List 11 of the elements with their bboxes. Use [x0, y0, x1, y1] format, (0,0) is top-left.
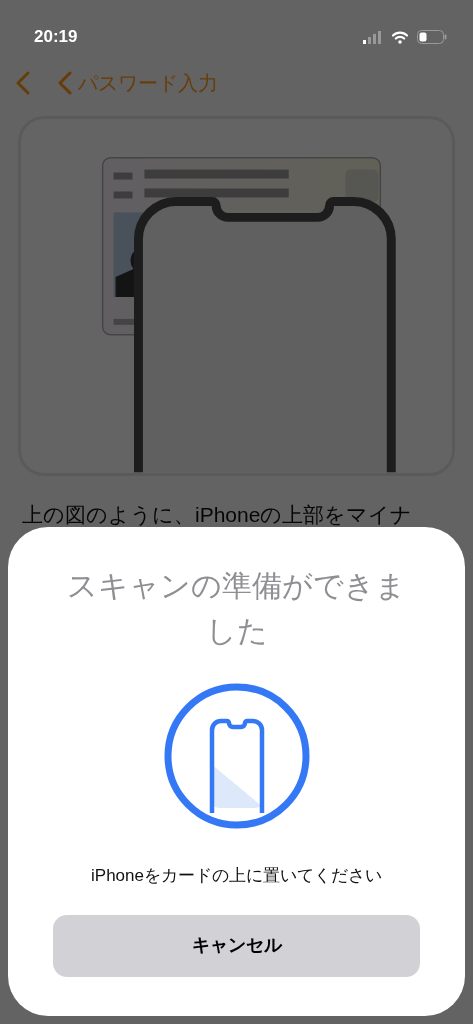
- sheet-title: スキャンの準備ができました: [66, 568, 407, 649]
- cancel-button[interactable]: キャンセル: [53, 914, 420, 977]
- signal-icon: [363, 30, 383, 44]
- wifi-icon: [391, 30, 409, 44]
- sheet-message: iPhoneをカードの上に置いてください: [90, 865, 383, 887]
- back-icon: [16, 71, 30, 95]
- battery-icon: [417, 30, 447, 44]
- status-time: 20:19: [34, 26, 78, 49]
- instruction-text: 上の図のように、iPhoneの上部をマイナ: [22, 502, 414, 528]
- back-icon: [58, 71, 72, 95]
- phone-scan-icon: [163, 683, 310, 829]
